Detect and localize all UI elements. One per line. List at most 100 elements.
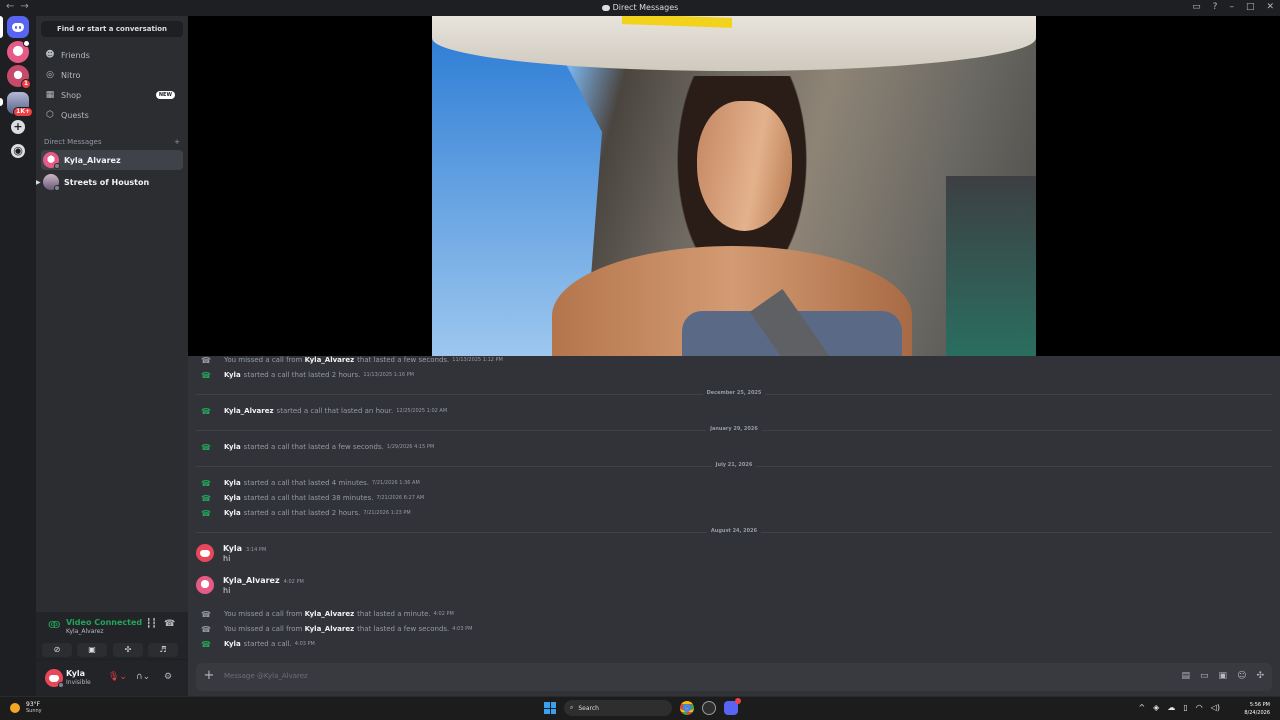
taskbar-search[interactable]: ⌕ Search <box>564 700 672 716</box>
message-text: hi <box>223 554 231 563</box>
inbox-icon[interactable]: ▭ <box>1192 2 1201 12</box>
discord-logo-icon <box>12 22 24 32</box>
tray-app-icon[interactable]: ◈ <box>1153 703 1159 712</box>
date-divider: January 29, 2026 <box>188 426 1280 432</box>
call-icon: ☎ <box>201 493 211 503</box>
video-call-stage[interactable] <box>188 16 1280 356</box>
windows-start-icon[interactable] <box>544 702 556 714</box>
emoji-icon[interactable]: ☺ <box>1237 671 1246 681</box>
weather-widget[interactable]: 93°F Sunny <box>10 701 42 714</box>
sidebar-item-quests[interactable]: ⬡ Quests <box>41 106 183 124</box>
gift-icon[interactable]: ▤ <box>1182 671 1191 681</box>
screen-share-button[interactable]: ▣ <box>77 643 107 657</box>
missed-call-icon: ☎ <box>201 355 211 365</box>
disconnect-icon[interactable]: ☎ <box>164 619 175 629</box>
sidebar-item-shop[interactable]: ▦ Shop NEW <box>41 86 183 104</box>
create-dm-button[interactable]: + <box>174 138 180 146</box>
message-author[interactable]: Kyla 3:14 PM <box>223 544 266 553</box>
status-indicator <box>58 682 64 688</box>
missed-call-icon: ☎ <box>201 609 211 619</box>
car-seat-illustration <box>946 176 1036 356</box>
voice-status-title[interactable]: Video Connected <box>66 618 142 627</box>
message-composer[interactable]: + Message @Kyla_Alvarez ▤ ▭ ▣ ☺ ✣ <box>196 663 1272 691</box>
discord-icon <box>601 4 610 11</box>
dm-item-kyla-alvarez[interactable]: Kyla_Alvarez <box>41 150 183 170</box>
call-log-row: ☎ Kyla started a call that lasted a few … <box>201 442 435 452</box>
call-icon: ☎ <box>201 442 211 452</box>
status-indicator <box>54 185 60 191</box>
wifi-icon[interactable]: ◠ <box>1196 703 1203 712</box>
voice-connected-panel: ↂ Video Connected Kyla_Alvarez ┇┇ ☎ ⊘ ▣ … <box>36 612 188 660</box>
avatar[interactable] <box>196 576 214 594</box>
message-text: hi <box>223 586 231 595</box>
dm-item-streets-of-houston[interactable]: ▶ Streets of Houston <box>36 172 183 192</box>
server-icon-b[interactable]: 1 <box>7 65 31 89</box>
chevron-up-icon[interactable]: ^ <box>1138 703 1145 712</box>
chrome-app-icon[interactable] <box>680 701 694 715</box>
maximize-icon[interactable]: □ <box>1246 2 1255 12</box>
direct-messages-home-button[interactable] <box>7 16 29 38</box>
sidebar-item-friends[interactable]: ☻ Friends <box>41 46 183 64</box>
minimize-icon[interactable]: – <box>1229 2 1234 12</box>
add-server-icon[interactable]: + <box>11 120 25 134</box>
discord-logo-icon <box>200 549 210 557</box>
call-log-row: ☎ Kyla started a call that lasted 38 min… <box>201 493 425 503</box>
call-icon: ☎ <box>201 478 211 488</box>
server-icon-c[interactable]: 1K+ <box>7 92 33 117</box>
date-divider: July 21, 2026 <box>188 462 1280 468</box>
explore-compass-icon[interactable]: ◉ <box>11 144 25 158</box>
add-attachment-icon[interactable]: + <box>202 669 216 683</box>
call-icon: ☎ <box>201 639 211 649</box>
onedrive-icon[interactable]: ☁ <box>1167 703 1175 712</box>
active-server-pill <box>0 16 3 38</box>
call-log-row: ☎ Kyla started a call that lasted 4 minu… <box>201 478 420 488</box>
participant-video-illustration <box>552 76 912 356</box>
dm-sidebar: Find or start a conversation ☻ Friends ◎… <box>36 16 188 696</box>
sticker-icon[interactable]: ▣ <box>1219 671 1228 681</box>
notification-badge <box>735 698 741 704</box>
missed-call-icon: ☎ <box>201 624 211 634</box>
title-bar: ← → Direct Messages ▭ ? – □ ✕ <box>0 0 1280 16</box>
sidebar-item-nitro[interactable]: ◎ Nitro <box>41 66 183 84</box>
battery-icon[interactable]: ▯ <box>1183 703 1187 712</box>
date-divider: December 25, 2025 <box>188 390 1280 396</box>
unread-pill <box>0 98 3 106</box>
avatar[interactable] <box>196 544 214 562</box>
mic-muted-icon[interactable]: 🎙︎⌄ <box>108 672 127 682</box>
gif-icon[interactable]: ▭ <box>1200 671 1209 681</box>
user-name: Kyla <box>66 669 86 678</box>
assistant-app-icon[interactable] <box>702 701 716 715</box>
chat-panel: ☎ You missed a call from Kyla_Alvarez th… <box>188 356 1280 696</box>
call-icon: ☎ <box>201 370 211 380</box>
discord-app-icon[interactable] <box>724 698 741 715</box>
sun-icon <box>10 702 20 713</box>
quests-icon: ⬡ <box>46 110 54 120</box>
message-input[interactable]: Message @Kyla_Alvarez <box>224 672 308 680</box>
avatar <box>43 174 60 191</box>
noise-suppression-icon[interactable]: ┇┇ <box>146 619 157 629</box>
help-icon[interactable]: ? <box>1213 2 1218 12</box>
call-log-row: ☎ Kyla started a call. 4:03 PM <box>201 639 315 649</box>
message-author[interactable]: Kyla_Alvarez 4:02 PM <box>223 576 304 585</box>
call-icon: ☎ <box>201 508 211 518</box>
activities-button[interactable]: ✣ <box>113 643 143 657</box>
apps-icon[interactable]: ✣ <box>1256 671 1264 681</box>
find-conversation-button[interactable]: Find or start a conversation <box>41 21 183 37</box>
soundboard-button[interactable]: ♬ <box>148 643 178 657</box>
headphones-icon[interactable]: ∩⌄ <box>136 672 150 682</box>
system-clock[interactable]: 5:56 PM 8/24/2026 <box>1244 701 1270 717</box>
server-rail: 1 1K+ + ◉ <box>0 16 36 696</box>
call-icon: ☎ <box>201 406 211 416</box>
new-badge: NEW <box>155 91 175 99</box>
volume-icon[interactable]: ◁) <box>1211 703 1220 712</box>
call-log-row: ☎ You missed a call from Kyla_Alvarez th… <box>201 609 454 619</box>
nitro-icon: ◎ <box>46 70 54 80</box>
signal-icon[interactable]: ↂ <box>48 620 60 631</box>
avatar[interactable] <box>45 669 64 688</box>
camera-off-button[interactable]: ⊘ <box>42 643 72 657</box>
server-icon-a[interactable] <box>7 40 30 63</box>
friends-icon: ☻ <box>45 50 55 60</box>
video-feed[interactable] <box>432 16 1036 356</box>
settings-gear-icon[interactable]: ⚙ <box>164 672 172 682</box>
close-icon[interactable]: ✕ <box>1266 2 1274 12</box>
